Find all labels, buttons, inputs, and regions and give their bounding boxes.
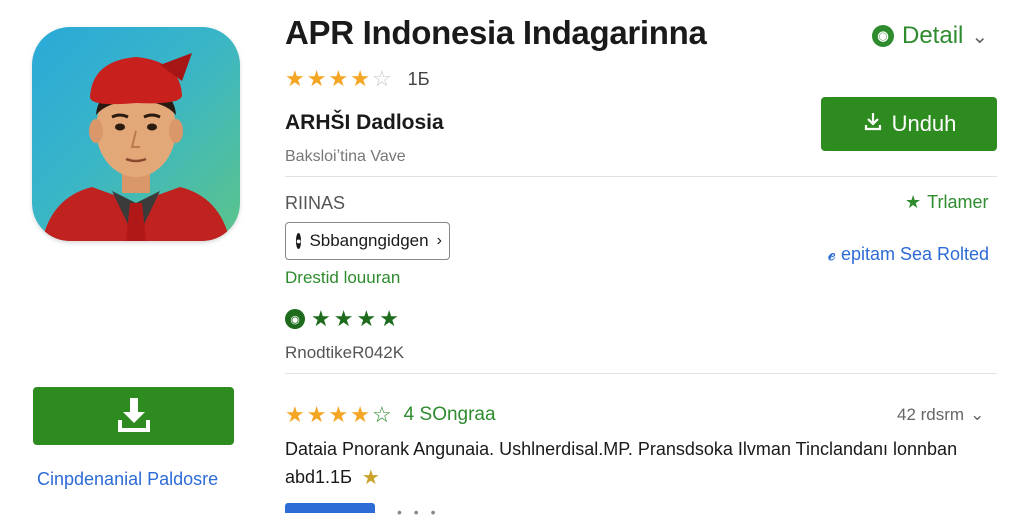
star-icon: ★ xyxy=(285,66,305,91)
divider xyxy=(285,373,997,374)
star-icon: ★ xyxy=(356,306,377,331)
description-version: abd1.1Ƃ xyxy=(285,467,352,487)
detail-label: Detail xyxy=(902,22,964,49)
download-count: RnodtikeR042K xyxy=(285,343,405,362)
content-rating: ◉ ★ ★ ★ ★ xyxy=(285,306,399,332)
star-empty-icon: ☆ xyxy=(371,66,392,91)
star-icon: ★ xyxy=(361,467,380,489)
star-icon: ★ xyxy=(350,66,370,91)
category-chip[interactable]: ● Sbbangngidgen › xyxy=(285,222,450,260)
trending-label: Trlamer xyxy=(927,192,989,212)
rating-text: 4 SOngraa xyxy=(403,404,496,425)
section-label: RIINAS xyxy=(285,193,346,213)
app-icon xyxy=(32,27,240,241)
detail-dropdown[interactable]: ◉ Detail ⌄ xyxy=(872,22,988,50)
download-icon xyxy=(115,394,153,439)
avatar-illustration xyxy=(42,53,230,241)
info-link[interactable]: Drestid louuran xyxy=(285,268,400,288)
bottom-ellipsis: • • • xyxy=(397,504,440,520)
star-icon: ★ xyxy=(328,66,349,91)
star-empty-icon: ☆ xyxy=(371,402,392,427)
rating-count: 1Ƃ xyxy=(407,68,430,89)
chevron-down-icon: ⌄ xyxy=(970,405,985,424)
see-related-link[interactable]: ⁠𝓮 epitam Sea Rolted xyxy=(828,244,989,265)
app-title: APR Indonesia Indagarinna xyxy=(285,14,707,51)
download-caption[interactable]: Cinpdenanial Paldosre xyxy=(37,469,218,490)
chevron-down-icon: ⌄ xyxy=(971,25,989,48)
divider xyxy=(285,176,997,177)
link-icon: ⁠𝓮 xyxy=(828,244,841,264)
link-label: epitam Sea Rolted xyxy=(840,244,990,264)
download-button[interactable] xyxy=(33,387,234,445)
star-icon: ★ xyxy=(306,402,327,427)
install-button[interactable]: Unduh xyxy=(821,97,997,151)
star-icon: ★ xyxy=(905,192,922,212)
developer-name[interactable]: ARHŠI Dadlosia xyxy=(285,111,444,135)
trending-badge: ★ Trlamer xyxy=(905,192,988,213)
description-line: Dataia Pnorank Angunaia. Ushlnerdisal.MP… xyxy=(285,439,958,459)
review-rating: ★ ★ ★ ★ ☆ 4 SOngraa xyxy=(285,402,496,428)
star-icon: ★ xyxy=(333,306,354,331)
install-icon xyxy=(862,110,884,138)
reviews-dropdown[interactable]: 42 rdsrm ⌄ xyxy=(897,405,984,425)
star-icon: ★ xyxy=(306,66,327,91)
detail-icon: ◉ xyxy=(872,25,894,47)
rating-badge-icon: ◉ xyxy=(285,309,305,329)
reviews-count: 42 rdsrm xyxy=(897,405,965,424)
chevron-right-icon: › xyxy=(436,232,442,249)
app-subtitle: Baksloiʼtina Vave xyxy=(285,148,406,165)
star-icon: ★ xyxy=(379,306,399,331)
star-icon: ★ xyxy=(285,402,305,427)
category-icon: ● xyxy=(296,233,302,249)
app-rating: ★ ★ ★ ★ ☆ 1Ƃ xyxy=(285,66,430,92)
description-line-2: abd1.1Ƃ ★ xyxy=(285,465,380,490)
star-icon: ★ xyxy=(350,402,370,427)
install-label: Unduh xyxy=(891,111,957,136)
star-icon: ★ xyxy=(328,402,349,427)
star-icon: ★ xyxy=(311,306,331,331)
chip-label: Sbbangngidgen xyxy=(309,231,429,250)
